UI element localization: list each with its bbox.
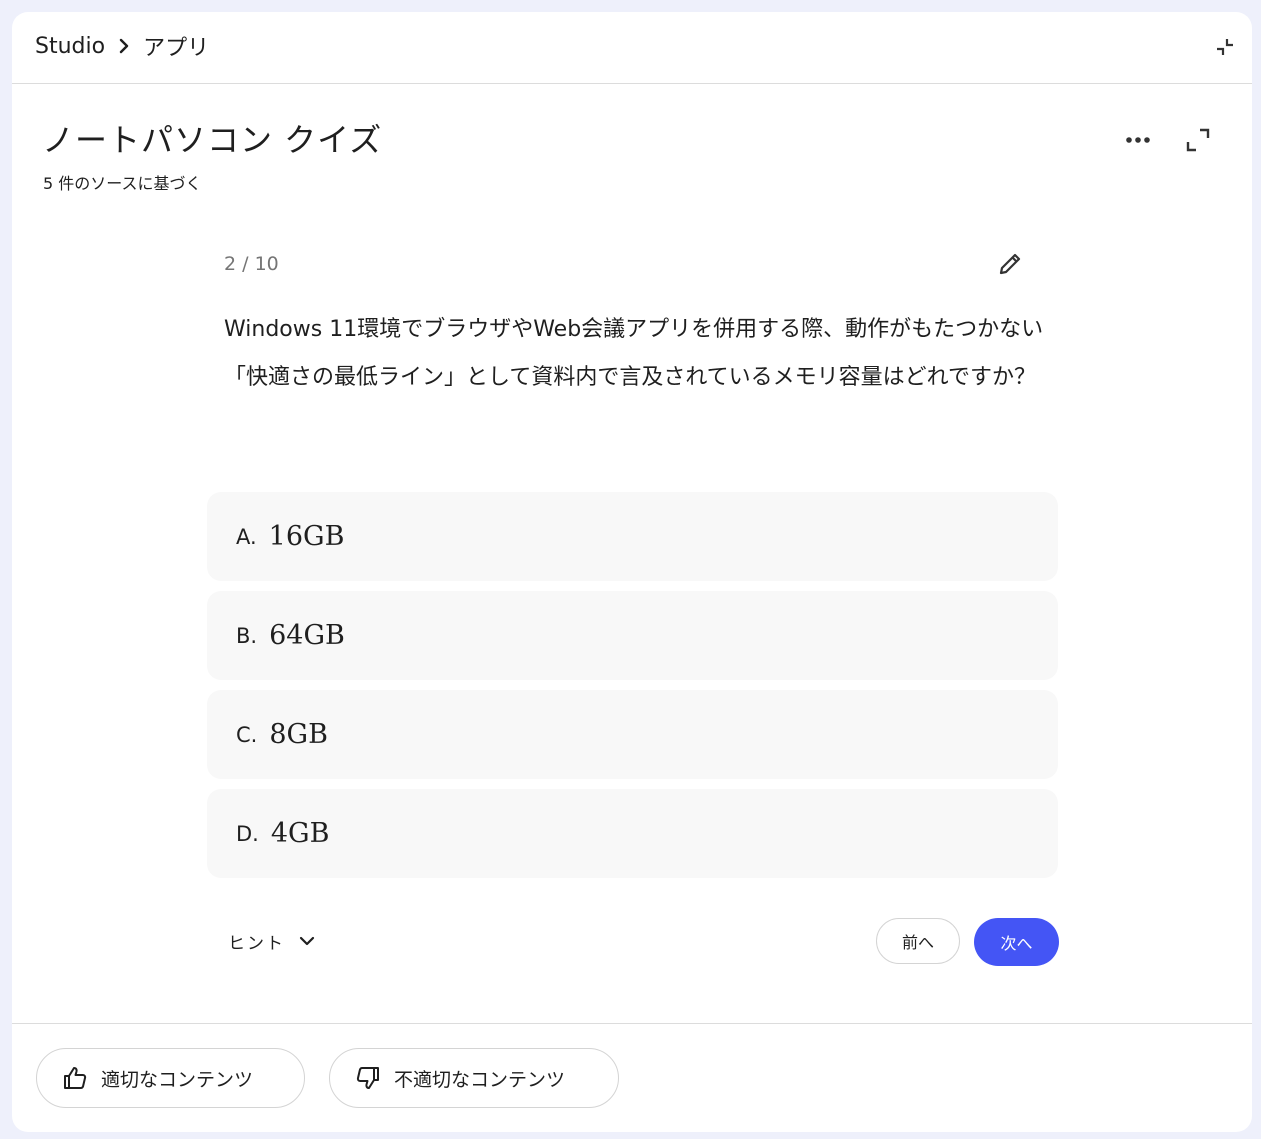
previous-button[interactable]: 前へ <box>876 918 960 964</box>
hint-label: ヒント <box>228 933 285 954</box>
thumbs-down-icon <box>354 1064 382 1092</box>
good-content-label: 適切なコンテンツ <box>101 1068 254 1091</box>
option-text: 16GB <box>268 521 345 552</box>
next-button[interactable]: 次へ <box>974 918 1059 966</box>
top-bar: Studio アプリ <box>12 12 1252 84</box>
answer-option-b[interactable]: B. 64GB <box>207 591 1058 680</box>
breadcrumb-studio[interactable]: Studio <box>35 34 105 59</box>
pencil-icon <box>999 253 1021 275</box>
fullscreen-button[interactable] <box>1182 124 1214 156</box>
answer-option-c[interactable]: C. 8GB <box>207 690 1058 779</box>
option-letter: B. <box>236 623 258 648</box>
more-options-button[interactable] <box>1122 124 1154 156</box>
feedback-bar: 適切なコンテンツ 不適切なコンテンツ <box>12 1023 1252 1132</box>
answer-option-d[interactable]: D. 4GB <box>207 789 1058 878</box>
edit-button[interactable] <box>994 248 1026 280</box>
collapse-panel-button[interactable] <box>1212 34 1238 60</box>
more-horizontal-icon <box>1126 137 1150 143</box>
chevron-right-icon <box>113 35 135 57</box>
option-text: 64GB <box>269 620 345 651</box>
breadcrumb-current: アプリ <box>143 36 210 61</box>
option-letter: C. <box>236 722 258 747</box>
bad-content-label: 不適切なコンテンツ <box>394 1068 566 1091</box>
option-letter: D. <box>236 821 259 846</box>
hint-toggle[interactable]: ヒント <box>228 926 317 956</box>
question-text: Windows 11環境でブラウザやWeb会議アプリを併用する際、動作がもたつか… <box>224 317 1044 390</box>
chevron-down-icon <box>297 931 317 951</box>
bad-content-button[interactable]: 不適切なコンテンツ <box>329 1048 619 1108</box>
thumbs-up-icon <box>61 1064 89 1092</box>
quiz-title: ノートパソコン クイズ <box>42 121 383 159</box>
question-progress: 2 / 10 <box>224 253 279 275</box>
studio-panel: Studio アプリ ノートパソコン クイズ 5 件のソースに基づく 2 / 1… <box>12 12 1252 1132</box>
expand-icon <box>1186 128 1210 152</box>
breadcrumb: Studio アプリ <box>35 32 210 62</box>
collapse-icon <box>1217 39 1233 55</box>
quiz-subtitle: 5 件のソースに基づく <box>43 174 202 193</box>
answer-option-a[interactable]: A. 16GB <box>207 492 1058 581</box>
option-letter: A. <box>236 524 257 549</box>
good-content-button[interactable]: 適切なコンテンツ <box>36 1048 305 1108</box>
option-text: 8GB <box>269 719 328 750</box>
option-text: 4GB <box>270 818 330 849</box>
